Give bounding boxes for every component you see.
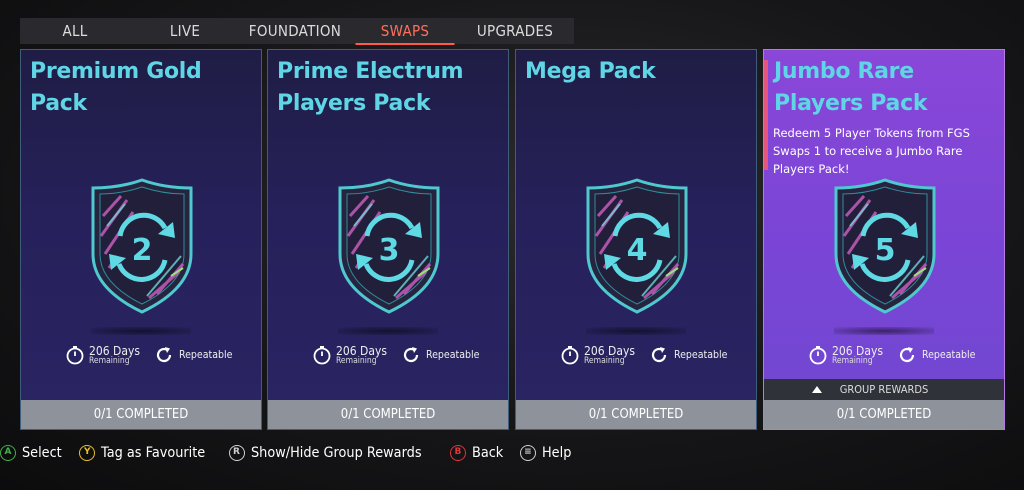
card-meta: 206 Days Remaining Repeatable [808,343,975,367]
prompt-back[interactable]: B Back [449,445,506,461]
timer-icon [809,346,827,365]
badge-shadow [586,327,686,335]
tab-upgrades[interactable]: UPGRADES [466,18,565,44]
tab-bar: ALL LIVE FOUNDATION SWAPS UPGRADES [20,18,574,45]
completion-status: 0/1 COMPLETED [516,400,756,429]
repeatable-label: Repeatable [178,349,233,361]
repeatable-label: Repeatable [921,349,976,361]
group-rewards-label: GROUP REWARDS [839,383,929,396]
repeatable-label: Repeatable [673,349,728,361]
card-title: Mega Pack [525,59,656,84]
completion-status: 0/1 COMPLETED [21,400,261,429]
a-button-icon: A [0,445,16,461]
card-title: Jumbo Rare Players Pack [774,59,928,116]
selection-accent-bar [764,60,768,170]
shield-swap-badge-icon: 4 [582,176,692,316]
card-meta: 206 Days Remaining Repeatable [312,343,479,367]
sbc-card-mega-pack[interactable]: Mega Pack 4 206 Days Remaining Repeatable… [515,49,757,430]
prompt-label: Tag as Favourite [101,445,206,461]
group-rewards-toggle[interactable]: GROUP REWARDS [764,379,1004,400]
swap-number: 3 [379,233,400,268]
sbc-card-jumbo-rare-players-pack[interactable]: Jumbo Rare Players Pack Redeem 5 Player … [763,49,1005,430]
tab-live[interactable]: LIVE [136,18,235,44]
triangle-up-icon [812,386,822,393]
remaining-label: Remaining [832,355,873,366]
button-prompt-bar: A Select Y Tag as Favourite R Show/Hide Gro… [0,440,588,466]
prompt-label: Help [541,445,572,461]
repeat-icon [156,347,172,363]
tab-swaps[interactable]: SWAPS [355,18,455,45]
completion-status: 0/1 COMPLETED [764,400,1004,429]
remaining-label: Remaining [89,355,130,366]
card-description: Redeem 5 Player Tokens from FGS Swaps 1 … [773,126,970,176]
remaining-label: Remaining [336,355,377,366]
days-remaining: 206 Days [336,343,387,358]
tab-foundation[interactable]: FOUNDATION [246,18,345,44]
shield-swap-badge-icon: 2 [87,176,197,316]
tab-all[interactable]: ALL [26,18,125,44]
repeat-icon [899,347,915,363]
shield-swap-badge-icon: 5 [830,176,940,316]
timer-icon [313,346,331,365]
swap-number: 4 [627,233,648,268]
card-meta: 206 Days Remaining Repeatable [560,343,727,367]
y-button-icon: Y [79,445,96,461]
sbc-card-prime-electrum-players-pack[interactable]: Prime Electrum Players Pack 3 206 Days Re… [267,49,509,430]
swap-number: 2 [132,233,153,268]
timer-icon [66,346,84,365]
completion-status: 0/1 COMPLETED [268,400,508,429]
remaining-label: Remaining [584,355,625,366]
badge-shadow [338,327,438,335]
card-meta: 206 Days Remaining Repeatable [65,343,232,367]
prompt-label: Back [471,445,504,461]
right-stick-icon: R [228,445,245,461]
repeat-icon [403,347,419,363]
sbc-card-premium-gold-pack[interactable]: Premium Gold Pack 2 206 Days Remaining Re… [20,49,262,430]
card-title: Premium Gold Pack [30,59,202,116]
prompt-label: Select [22,445,62,461]
swap-number: 5 [875,233,896,268]
prompt-show-hide-group-rewards[interactable]: R Show/Hide Group Rewards [228,445,436,461]
repeat-icon [651,347,667,363]
b-button-icon: B [449,445,466,461]
shield-swap-badge-icon: 3 [334,176,444,316]
timer-icon [561,346,579,365]
days-remaining: 206 Days [832,343,883,358]
prompt-select[interactable]: A Select [0,445,65,461]
days-remaining: 206 Days [584,343,635,358]
days-remaining: 206 Days [89,343,140,358]
repeatable-label: Repeatable [425,349,480,361]
card-title: Prime Electrum Players Pack [277,59,464,116]
prompt-label: Show/Hide Group Rewards [250,445,422,461]
prompt-tag-favourite[interactable]: Y Tag as Favourite [79,445,214,461]
badge-shadow [91,327,191,335]
menu-button-icon: ≡ [519,445,536,461]
prompt-help[interactable]: ≡ Help [519,445,574,461]
badge-shadow [834,327,934,335]
